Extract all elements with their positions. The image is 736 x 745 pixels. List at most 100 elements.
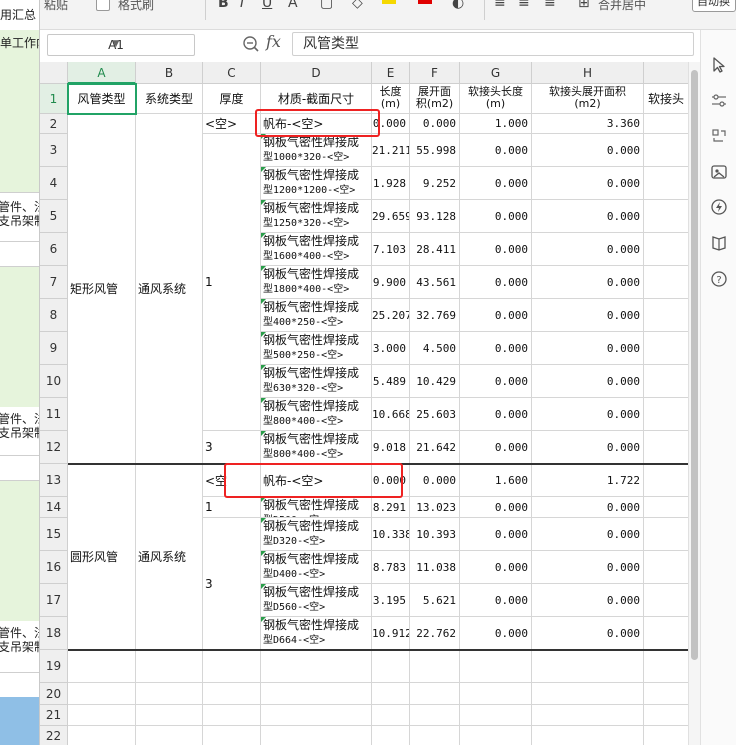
thickness-cell[interactable]: 1 — [203, 134, 261, 431]
row-header[interactable]: 2 — [40, 114, 68, 134]
italic-icon[interactable]: I — [240, 0, 244, 11]
duct-type-cell[interactable]: 矩形风管 — [68, 114, 136, 464]
copy-icon[interactable] — [96, 0, 110, 11]
sheet-tab-work[interactable]: 单工作内 — [0, 34, 39, 51]
length-cell[interactable]: 29.659 — [372, 200, 410, 233]
flex-length-cell[interactable]: 0.000 — [460, 233, 532, 266]
flex-length-cell[interactable]: 0.000 — [460, 167, 532, 200]
flex-length-cell[interactable]: 0.000 — [460, 134, 532, 167]
material-size-cell[interactable]: 钢板气密性焊接成 型400*250-<空> — [261, 299, 372, 332]
empty-cell[interactable] — [644, 299, 688, 332]
area-cell[interactable]: 21.642 — [410, 431, 460, 464]
row-header[interactable]: 4 — [40, 167, 68, 200]
align-right-icon[interactable]: ≡ — [544, 0, 556, 11]
material-size-cell[interactable]: 钢板气密性焊接成 型1000*320-<空> — [261, 134, 372, 167]
material-size-cell[interactable]: 钢板气密性焊接成 型D560-<空> — [261, 584, 372, 617]
material-size-cell[interactable]: 钢板气密性焊接成 型630*320-<空> — [261, 365, 372, 398]
empty-cell[interactable] — [136, 726, 203, 745]
row-header[interactable]: 21 — [40, 705, 68, 726]
row-header[interactable]: 7 — [40, 266, 68, 299]
length-cell[interactable]: 7.103 — [372, 233, 410, 266]
area-cell[interactable]: 32.769 — [410, 299, 460, 332]
fill-color-swatch[interactable] — [382, 0, 396, 4]
thickness-cell[interactable]: <空 — [203, 464, 261, 497]
flex-length-cell[interactable]: 1.000 — [460, 114, 532, 134]
length-cell[interactable]: 1.928 — [372, 167, 410, 200]
underline-icon[interactable]: U — [262, 0, 272, 11]
empty-cell[interactable] — [644, 617, 688, 650]
flex-area-cell[interactable]: 0.000 — [532, 266, 644, 299]
column-header[interactable]: H — [532, 62, 644, 84]
row-header[interactable]: 19 — [40, 650, 68, 683]
empty-cell[interactable] — [644, 650, 688, 683]
column-header[interactable]: F — [410, 62, 460, 84]
material-size-cell[interactable]: 钢板气密性焊接成 型500*250-<空> — [261, 332, 372, 365]
area-cell[interactable]: 0.000 — [410, 464, 460, 497]
flex-area-cell[interactable]: 0.000 — [532, 584, 644, 617]
empty-cell[interactable] — [261, 650, 372, 683]
flex-area-cell[interactable]: 0.000 — [532, 398, 644, 431]
material-size-cell[interactable]: 钢板气密性焊接成 型800*400-<空> — [261, 398, 372, 431]
empty-cell[interactable] — [372, 650, 410, 683]
thickness-cell[interactable]: 1 — [203, 497, 261, 518]
material-size-cell[interactable]: 钢板气密性焊接成 型1250*320-<空> — [261, 200, 372, 233]
flex-area-cell[interactable]: 0.000 — [532, 431, 644, 464]
empty-cell[interactable] — [372, 683, 410, 705]
flex-area-cell[interactable]: 0.000 — [532, 497, 644, 518]
empty-cell[interactable] — [644, 114, 688, 134]
row-header[interactable]: 14 — [40, 497, 68, 518]
length-cell[interactable]: 3.195 — [372, 584, 410, 617]
empty-cell[interactable] — [644, 497, 688, 518]
column-header[interactable]: B — [136, 62, 203, 84]
flex-length-cell[interactable]: 0.000 — [460, 365, 532, 398]
align-center-icon[interactable]: ≡ — [518, 0, 530, 11]
sheet-tab-summary[interactable]: 用汇总 — [0, 6, 39, 23]
length-cell[interactable]: 25.207 — [372, 299, 410, 332]
row-header[interactable]: 6 — [40, 233, 68, 266]
length-cell[interactable]: 8.291 — [372, 497, 410, 518]
empty-cell[interactable] — [644, 233, 688, 266]
material-size-cell[interactable]: 钢板气密性焊接成 型D664-<空> — [261, 617, 372, 650]
area-cell[interactable]: 13.023 — [410, 497, 460, 518]
material-size-cell[interactable]: 帆布-<空> — [261, 114, 372, 134]
zoom-search-icon[interactable] — [242, 35, 260, 53]
chevron-down-icon[interactable]: ▼ — [48, 39, 184, 49]
name-box[interactable]: A1 ▼ — [47, 34, 195, 56]
empty-cell[interactable] — [410, 683, 460, 705]
thickness-cell[interactable]: 3 — [203, 518, 261, 650]
flex-area-cell[interactable]: 0.000 — [532, 233, 644, 266]
lightning-icon[interactable] — [710, 198, 728, 216]
empty-cell[interactable] — [644, 518, 688, 551]
swap-icon[interactable] — [710, 127, 728, 145]
flex-length-cell[interactable]: 0.000 — [460, 518, 532, 551]
empty-cell[interactable] — [203, 650, 261, 683]
column-header[interactable]: D — [261, 62, 372, 84]
row-header[interactable]: 9 — [40, 332, 68, 365]
flex-area-cell[interactable]: 0.000 — [532, 617, 644, 650]
empty-cell[interactable] — [261, 683, 372, 705]
header-cell[interactable]: 长度 (m) — [372, 84, 410, 114]
formula-input[interactable]: 风管类型 — [292, 32, 694, 56]
empty-cell[interactable] — [460, 683, 532, 705]
empty-cell[interactable] — [410, 705, 460, 726]
paste-label[interactable]: 粘贴 — [44, 0, 68, 13]
empty-cell[interactable] — [261, 705, 372, 726]
book-icon[interactable] — [710, 234, 728, 252]
header-cell-thickness[interactable]: 厚度 — [203, 84, 261, 114]
area-cell[interactable]: 25.603 — [410, 398, 460, 431]
column-header[interactable] — [644, 62, 688, 84]
format-painter-label[interactable]: 格式刷 — [118, 0, 154, 13]
align-left-icon[interactable]: ≡ — [494, 0, 506, 11]
flex-length-cell[interactable]: 0.000 — [460, 200, 532, 233]
row-header[interactable]: 10 — [40, 365, 68, 398]
clear-icon[interactable]: ◐ — [452, 0, 464, 11]
flex-area-cell[interactable]: 3.360 — [532, 114, 644, 134]
wrap-text-button[interactable]: 自动换 — [692, 0, 736, 12]
system-type-cell[interactable]: 通风系统 — [136, 114, 203, 464]
empty-cell[interactable] — [644, 726, 688, 745]
flex-length-cell[interactable]: 1.600 — [460, 464, 532, 497]
area-cell[interactable]: 10.429 — [410, 365, 460, 398]
flex-length-cell[interactable]: 0.000 — [460, 617, 532, 650]
empty-cell[interactable] — [644, 332, 688, 365]
empty-cell[interactable] — [532, 650, 644, 683]
